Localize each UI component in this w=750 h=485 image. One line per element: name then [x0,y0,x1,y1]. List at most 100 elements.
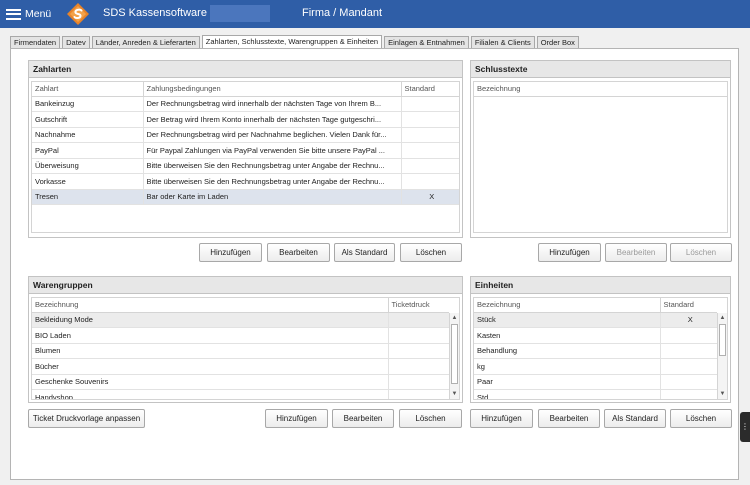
redacted-block [210,5,270,22]
cell-standard [660,327,717,344]
table-row[interactable]: Handyshop [32,389,449,399]
einheiten-add-button[interactable]: Hinzufügen [470,409,533,428]
einheiten-edit-button[interactable]: Bearbeiten [538,409,600,428]
column-header-standard[interactable]: Standard [660,298,717,313]
schlusstexte-add-button[interactable]: Hinzufügen [538,243,601,262]
cell-standard [660,343,717,359]
cell-standard [660,358,717,375]
scroll-down-arrow-icon[interactable]: ▼ [450,389,459,399]
scroll-thumb[interactable] [451,324,458,384]
cell-bezeichnung: Handyshop [32,389,389,399]
cell-bezeichnung: Behandlung [474,343,661,359]
cell-zahlart: Gutschrift [32,111,144,128]
column-header-ticketdruck[interactable]: Ticketdruck [388,298,449,313]
column-header-bezeichnung[interactable]: Bezeichnung [32,298,389,313]
column-header-zahlart[interactable]: Zahlart [32,82,144,97]
cell-bezeichnung: Bücher [32,358,389,375]
table-row-selected[interactable]: Tresen Bar oder Karte im Laden X [32,189,459,205]
cell-zahlart: Überweisung [32,158,144,174]
menu-button[interactable]: Menü [6,6,51,22]
cell-ticketdruck [388,358,449,375]
cell-terms: Der Betrag wird Ihrem Konto innerhalb de… [143,111,402,128]
table-row[interactable]: kg [474,358,717,375]
tab-zahlarten[interactable]: Zahlarten, Schlusstexte, Warengruppen & … [201,35,383,49]
warengruppen-add-button[interactable]: Hinzufügen [265,409,328,428]
scroll-up-arrow-icon[interactable]: ▲ [450,313,459,323]
scroll-down-arrow-icon[interactable]: ▼ [718,389,727,399]
cell-standard [401,96,459,112]
cell-zahlart: Bankeinzug [32,96,144,112]
schlusstexte-delete-button[interactable]: Löschen [670,243,732,262]
column-header-standard[interactable]: Standard [401,82,459,97]
table-row-selected[interactable]: Bekleidung Mode [32,312,449,328]
cell-bezeichnung: Geschenke Souvenirs [32,374,389,390]
table-row[interactable]: Bücher [32,358,449,375]
zahlarten-default-button[interactable]: Als Standard [334,243,395,262]
warengruppen-edit-button[interactable]: Bearbeiten [332,409,394,428]
side-handle[interactable]: ⋮ [740,412,750,442]
table-row[interactable]: Behandlung [474,343,717,359]
cell-ticketdruck [388,374,449,390]
cell-terms: Bitte überweisen Sie den Rechnungsbetrag… [143,173,402,190]
zahlarten-delete-button[interactable]: Löschen [400,243,462,262]
table-row[interactable]: Paar [474,374,717,390]
column-header-bezeichnung[interactable]: Bezeichnung [474,82,727,97]
scroll-up-arrow-icon[interactable]: ▲ [718,313,727,323]
warengruppen-scrollbar[interactable]: ▲ ▼ [449,313,459,399]
hamburger-icon [6,8,21,20]
scroll-thumb[interactable] [719,324,726,356]
table-row[interactable]: Bankeinzug Der Rechnungsbetrag wird inner… [32,96,459,112]
einheiten-scrollbar[interactable]: ▲ ▼ [717,313,727,399]
sds-logo-icon [67,3,89,25]
title-bar: Menü SDS Kassensoftware Firma / Mandant [0,0,750,28]
schlusstexte-title: Schlusstexte [471,61,730,78]
cell-terms: Für Paypal Zahlungen via PayPal verwende… [143,142,402,159]
cell-zahlart: PayPal [32,142,144,159]
zahlarten-panel: Zahlarten Zahlart Zahlungsbedingungen St… [28,60,463,238]
cell-bezeichnung: Paar [474,374,661,390]
cell-terms: Bar oder Karte im Laden [143,189,402,205]
einheiten-title: Einheiten [471,277,730,294]
column-header-zahlungsbedingungen[interactable]: Zahlungsbedingungen [143,82,402,97]
cell-zahlart: Vorkasse [32,173,144,190]
table-row-selected[interactable]: Stück X [474,312,717,328]
warengruppen-delete-button[interactable]: Löschen [399,409,462,428]
cell-ticketdruck [388,312,449,328]
cell-ticketdruck [388,343,449,359]
table-row[interactable]: Geschenke Souvenirs [32,374,449,390]
table-row[interactable]: Kasten [474,327,717,344]
warengruppen-grid: Bezeichnung Ticketdruck Bekleidung Mode … [31,297,460,400]
cell-standard [401,142,459,159]
column-header-bezeichnung[interactable]: Bezeichnung [474,298,661,313]
cell-standard [660,374,717,390]
table-row[interactable]: PayPal Für Paypal Zahlungen via PayPal ve… [32,142,459,159]
table-row[interactable]: BIO Laden [32,327,449,344]
cell-bezeichnung: Blumen [32,343,389,359]
zahlarten-add-button[interactable]: Hinzufügen [199,243,262,262]
tab-content: Zahlarten Zahlart Zahlungsbedingungen St… [10,48,739,480]
table-row[interactable]: Blumen [32,343,449,359]
zahlarten-edit-button[interactable]: Bearbeiten [267,243,330,262]
cell-bezeichnung: Bekleidung Mode [32,312,389,328]
cell-bezeichnung: Std [474,389,661,399]
table-row[interactable]: Vorkasse Bitte überweisen Sie den Rechnun… [32,173,459,190]
table-row[interactable]: Nachnahme Der Rechnungsbetrag wird per Na… [32,127,459,143]
cell-bezeichnung: BIO Laden [32,327,389,344]
menu-label: Menü [25,8,52,20]
app-title: SDS Kassensoftware [103,7,207,19]
schlusstexte-grid: Bezeichnung [473,81,728,233]
cell-standard [660,389,717,399]
ticket-template-button[interactable]: Ticket Druckvorlage anpassen [28,409,145,428]
einheiten-grid: Bezeichnung Standard Stück X Kasten Behan… [473,297,728,400]
table-row[interactable]: Gutschrift Der Betrag wird Ihrem Konto in… [32,111,459,128]
zahlarten-title: Zahlarten [29,61,462,78]
zahlarten-grid: Zahlart Zahlungsbedingungen Standard Ban… [31,81,460,233]
table-row[interactable]: Std [474,389,717,399]
cell-ticketdruck [388,389,449,399]
einheiten-delete-button[interactable]: Löschen [670,409,732,428]
einheiten-default-button[interactable]: Als Standard [604,409,666,428]
cell-zahlart: Tresen [32,189,144,205]
cell-terms: Bitte überweisen Sie den Rechnungsbetrag… [143,158,402,174]
table-row[interactable]: Überweisung Bitte überweisen Sie den Rech… [32,158,459,174]
schlusstexte-edit-button[interactable]: Bearbeiten [605,243,667,262]
